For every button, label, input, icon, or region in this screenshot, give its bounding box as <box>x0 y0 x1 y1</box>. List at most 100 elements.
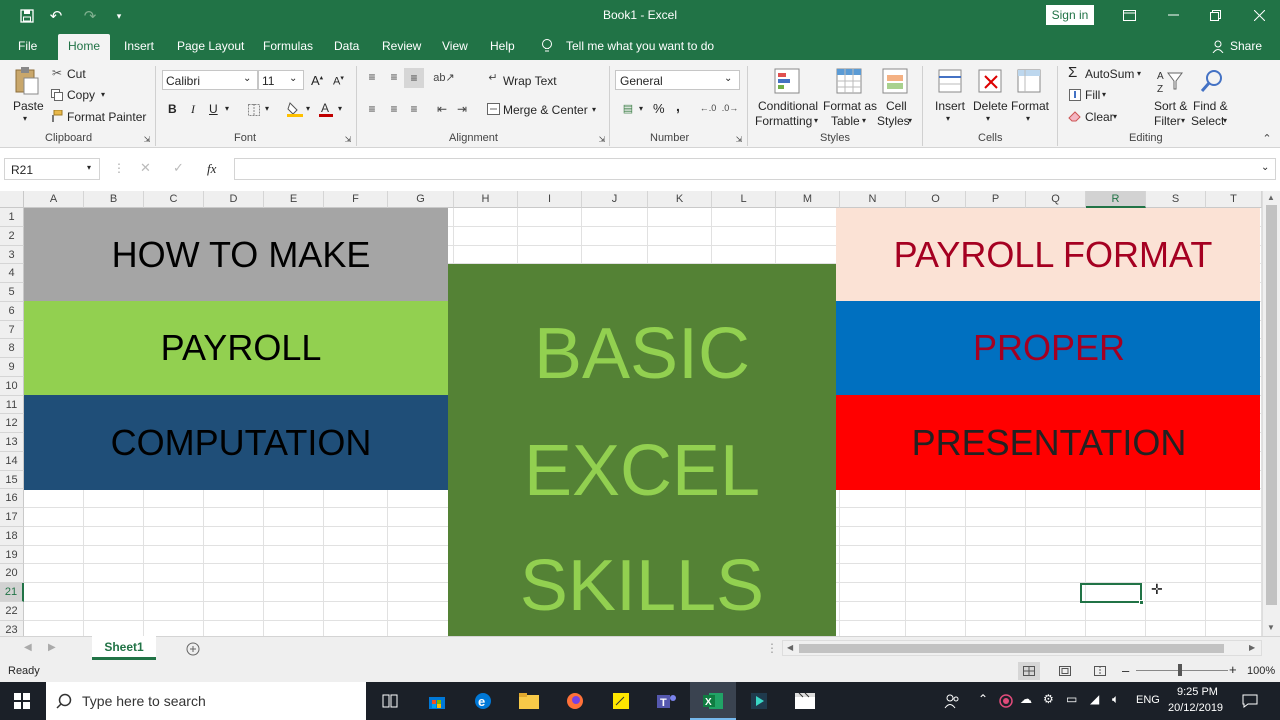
column-header-j[interactable]: J <box>582 191 648 208</box>
orientation-icon[interactable]: ab↗ <box>433 70 454 84</box>
fill-handle[interactable] <box>1139 600 1144 605</box>
presentation-block[interactable]: PRESENTATION <box>836 395 1260 490</box>
copy-dropdown-icon[interactable]: ▾ <box>101 90 105 99</box>
zoom-slider-thumb[interactable] <box>1178 664 1182 676</box>
clipboard-launcher-icon[interactable]: ⇲ <box>142 134 152 144</box>
cell-styles-line1[interactable]: Cell <box>886 99 907 113</box>
next-sheet-icon[interactable]: ▶ <box>48 642 56 653</box>
decrease-decimal-icon[interactable]: .0→ <box>720 100 740 116</box>
scroll-up-icon[interactable]: ▲ <box>1267 193 1275 202</box>
close-icon[interactable] <box>1250 6 1268 24</box>
firefox-icon[interactable] <box>564 691 586 711</box>
row-header-11[interactable]: 11 <box>0 395 24 415</box>
find-select-line1[interactable]: Find & <box>1193 99 1228 113</box>
column-header-i[interactable]: I <box>518 191 582 208</box>
increase-decimal-icon[interactable]: ←.0 <box>698 100 718 116</box>
font-color-dropdown-icon[interactable]: ▾ <box>338 104 342 113</box>
bold-button[interactable]: B <box>168 102 177 116</box>
tab-insert[interactable]: Insert <box>124 32 154 60</box>
align-left-icon[interactable]: ≡ <box>364 102 380 116</box>
vertical-scrollbar[interactable]: ▲ ▼ <box>1262 191 1280 636</box>
tab-file[interactable]: File <box>18 32 37 60</box>
insert-cells-button[interactable]: Insert <box>935 99 965 113</box>
row-header-13[interactable]: 13 <box>0 433 24 452</box>
clear-icon[interactable] <box>1068 109 1082 123</box>
scroll-right-icon[interactable]: ▶ <box>1249 643 1255 652</box>
top-align-icon[interactable]: ≡ <box>364 70 380 84</box>
increase-font-size-icon[interactable]: A▴ <box>311 73 323 88</box>
tell-me-search[interactable]: Tell me what you want to do <box>566 32 714 60</box>
computation-block[interactable]: COMPUTATION <box>24 395 448 490</box>
fill-button[interactable]: Fill <box>1085 88 1100 102</box>
network-icon[interactable]: ◢ <box>1090 692 1099 706</box>
format-as-table-dropdown-icon[interactable]: ▾ <box>862 116 866 125</box>
formula-input[interactable]: ⌄ <box>234 158 1276 180</box>
align-right-icon[interactable]: ≡ <box>406 102 422 116</box>
alignment-launcher-icon[interactable]: ⇲ <box>597 134 607 144</box>
normal-view-icon[interactable] <box>1018 662 1040 680</box>
video-editor-icon[interactable] <box>794 691 816 711</box>
format-as-table-line1[interactable]: Format as <box>823 99 877 113</box>
column-header-l[interactable]: L <box>712 191 776 208</box>
decrease-indent-icon[interactable]: ⇤ <box>434 102 450 116</box>
zoom-slider[interactable] <box>1136 664 1228 676</box>
delete-cells-button[interactable]: Delete <box>973 99 1008 113</box>
row-header-12[interactable]: 12 <box>0 414 24 433</box>
sort-filter-icon[interactable]: AZ <box>1155 66 1185 96</box>
media-app-icon[interactable] <box>748 691 770 711</box>
conditional-formatting-icon[interactable] <box>772 66 802 96</box>
row-header-5[interactable]: 5 <box>0 283 24 302</box>
volume-icon[interactable]: 🔈︎ <box>1112 692 1119 707</box>
row-header-22[interactable]: 22 <box>0 601 24 621</box>
format-as-table-line2[interactable]: Table <box>831 114 860 128</box>
row-header-19[interactable]: 19 <box>0 545 24 565</box>
zoom-out-icon[interactable]: – <box>1122 663 1129 678</box>
format-cells-dropdown-icon[interactable]: ▾ <box>1026 114 1030 123</box>
select-all-corner[interactable] <box>0 191 24 208</box>
sign-in-button[interactable]: Sign in <box>1046 5 1094 25</box>
copy-icon[interactable] <box>50 88 64 102</box>
name-box[interactable]: R21 ▾ <box>4 158 100 180</box>
record-icon[interactable] <box>998 693 1014 709</box>
sticky-notes-icon[interactable] <box>610 691 632 711</box>
autosum-button[interactable]: AutoSum <box>1085 67 1134 81</box>
accounting-format-icon[interactable]: ▤ <box>619 100 637 116</box>
column-header-r[interactable]: R <box>1086 191 1146 208</box>
scroll-down-icon[interactable]: ▼ <box>1267 623 1275 632</box>
find-select-icon[interactable] <box>1197 66 1227 96</box>
microsoft-store-icon[interactable] <box>426 691 448 711</box>
proper-block[interactable]: PROPER <box>836 301 1260 395</box>
copy-button[interactable]: Copy <box>67 88 95 102</box>
horizontal-scroll-thumb[interactable] <box>799 644 1224 653</box>
font-color-icon[interactable]: A <box>318 100 334 118</box>
sort-filter-line2[interactable]: Filter <box>1154 114 1181 128</box>
battery-icon[interactable]: ▭ <box>1066 692 1077 706</box>
center-icon[interactable]: ≡ <box>386 102 402 116</box>
sort-filter-line1[interactable]: Sort & <box>1154 99 1187 113</box>
tab-home[interactable]: Home <box>58 34 111 60</box>
zoom-in-icon[interactable]: + <box>1229 662 1237 677</box>
zoom-level[interactable]: 100% <box>1247 665 1275 677</box>
page-break-view-icon[interactable] <box>1090 662 1110 680</box>
find-select-line2[interactable]: Select <box>1191 114 1224 128</box>
comma-style-button[interactable]: , <box>676 98 680 114</box>
underline-dropdown-icon[interactable]: ▾ <box>225 104 229 113</box>
row-header-15[interactable]: 15 <box>0 470 24 490</box>
delete-cells-icon[interactable] <box>975 66 1005 96</box>
column-header-g[interactable]: G <box>388 191 454 208</box>
row-header-20[interactable]: 20 <box>0 564 24 583</box>
row-header-16[interactable]: 16 <box>0 489 24 508</box>
undo-icon[interactable]: ↶ <box>44 7 68 25</box>
basic-excel-skills-block[interactable]: BASIC EXCEL SKILLS <box>448 264 836 636</box>
edge-browser-icon[interactable]: e <box>472 691 494 711</box>
merge-center-dropdown-icon[interactable]: ▾ <box>592 105 596 114</box>
format-cells-button[interactable]: Format <box>1011 99 1049 113</box>
merge-center-icon[interactable] <box>486 102 500 116</box>
confirm-entry-icon[interactable]: ✓ <box>173 160 184 176</box>
number-format-select[interactable]: General ⌄ <box>615 70 740 90</box>
notifications-icon[interactable] <box>1240 692 1260 710</box>
tab-page-layout[interactable]: Page Layout <box>177 32 244 60</box>
insert-cells-dropdown-icon[interactable]: ▾ <box>946 114 950 123</box>
column-header-k[interactable]: K <box>648 191 712 208</box>
show-hidden-icons-icon[interactable]: ⌃ <box>978 692 988 706</box>
